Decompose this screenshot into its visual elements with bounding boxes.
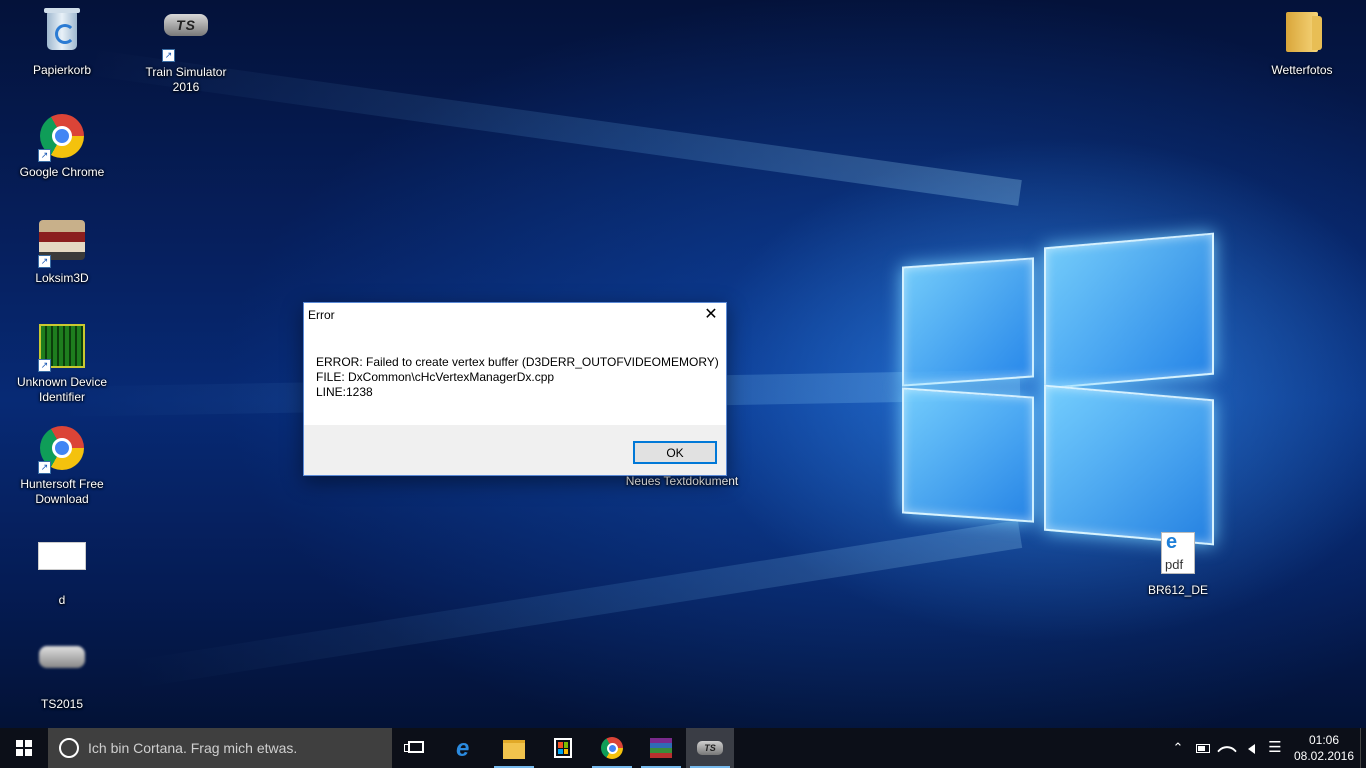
- ok-button[interactable]: OK: [633, 441, 717, 464]
- loksim-icon: ↗: [38, 220, 86, 268]
- wallpaper-window-pane: [1044, 232, 1214, 390]
- desktop-icon-train-simulator-2016[interactable]: TS ↗ Train Simulator 2016: [138, 8, 234, 95]
- shortcut-arrow-icon: ↗: [38, 149, 51, 162]
- desktop-icon-label: Unknown Device Identifier: [16, 375, 108, 404]
- desktop-icon-label: Neues Textdokument: [625, 474, 739, 488]
- pdf-icon: e pdf: [1154, 532, 1202, 580]
- desktop: Papierkorb TS ↗ Train Simulator 2016 ↗ Go…: [0, 0, 1366, 728]
- desktop-icon-label: d: [58, 593, 66, 607]
- close-icon[interactable]: ✕: [696, 303, 726, 327]
- shortcut-arrow-icon: ↗: [162, 49, 175, 62]
- desktop-icon-label: Train Simulator 2016: [145, 65, 227, 94]
- desktop-icon-label: TS2015: [40, 697, 84, 711]
- task-view-button[interactable]: [392, 728, 440, 768]
- desktop-icon-label: BR612_DE: [1147, 583, 1209, 597]
- chrome-icon: [601, 737, 623, 759]
- windows-logo-icon: [16, 740, 32, 756]
- desktop-icon-label: Huntersoft Free Download: [20, 477, 104, 506]
- store-icon: [554, 738, 572, 758]
- search-placeholder: Ich bin Cortana. Frag mich etwas.: [88, 740, 298, 756]
- taskbar-app-file-explorer[interactable]: [490, 728, 538, 768]
- clock-time: 01:06: [1308, 733, 1340, 747]
- taskbar-app-chrome[interactable]: [588, 728, 636, 768]
- cortana-search-box[interactable]: Ich bin Cortana. Frag mich etwas.: [48, 728, 392, 768]
- action-center-icon[interactable]: ☰: [1264, 728, 1286, 768]
- winrar-icon: [650, 738, 672, 758]
- file-explorer-icon: [503, 740, 525, 759]
- document-icon: [38, 542, 86, 590]
- desktop-icon-neues-textdokument[interactable]: Neues Textdokument: [624, 474, 740, 489]
- shortcut-arrow-icon: ↗: [38, 255, 51, 268]
- desktop-icon-google-chrome[interactable]: ↗ Google Chrome: [14, 112, 110, 180]
- wallpaper-window-pane: [902, 257, 1034, 387]
- train-simulator-icon: TS: [697, 741, 723, 755]
- clock[interactable]: 01:06 08.02.2016: [1290, 732, 1358, 764]
- chrome-icon: ↗: [38, 426, 86, 474]
- wallpaper-light-beam: [128, 520, 1023, 689]
- wallpaper-window-pane: [1044, 384, 1214, 546]
- dialog-footer: OK: [304, 425, 726, 475]
- desktop-icon-br612-de[interactable]: e pdf BR612_DE: [1130, 528, 1226, 598]
- clock-date: 08.02.2016: [1293, 749, 1355, 763]
- device-identifier-icon: ↗: [38, 324, 86, 372]
- dialog-titlebar[interactable]: Error ✕: [304, 303, 726, 327]
- desktop-icon-unknown-device-identifier[interactable]: ↗ Unknown Device Identifier: [14, 320, 110, 405]
- desktop-icon-huntersoft-free-download[interactable]: ↗ Huntersoft Free Download: [14, 424, 110, 507]
- desktop-icon-label: Wetterfotos: [1271, 63, 1333, 77]
- show-hidden-icons-chevron-icon[interactable]: ⌃: [1168, 728, 1188, 768]
- desktop-icon-label: Loksim3D: [35, 271, 89, 285]
- desktop-icon-ts2015[interactable]: TS2015: [14, 632, 110, 712]
- desktop-icon-papierkorb[interactable]: Papierkorb: [14, 8, 110, 78]
- shortcut-arrow-icon: ↗: [38, 359, 51, 372]
- folder-icon: [1278, 12, 1326, 60]
- train-simulator-icon: TS ↗: [162, 14, 210, 62]
- start-button[interactable]: [0, 728, 48, 768]
- chrome-icon: ↗: [38, 114, 86, 162]
- battery-icon[interactable]: [1192, 728, 1214, 768]
- desktop-icon-label: Papierkorb: [32, 63, 92, 77]
- dialog-title: Error: [308, 308, 335, 322]
- taskbar-app-edge[interactable]: e: [442, 728, 490, 768]
- wallpaper-window-pane: [902, 387, 1034, 523]
- error-message: ERROR: Failed to create vertex buffer (D…: [316, 355, 719, 399]
- desktop-icon-loksim3d[interactable]: ↗ Loksim3D: [14, 216, 110, 286]
- cortana-icon: [59, 738, 79, 758]
- volume-icon[interactable]: [1240, 728, 1262, 768]
- edge-icon: e: [456, 735, 470, 762]
- taskbar: Ich bin Cortana. Frag mich etwas. e TS ⌃…: [0, 728, 1366, 768]
- wifi-icon[interactable]: [1216, 728, 1238, 768]
- taskbar-app-train-simulator[interactable]: TS: [686, 728, 734, 768]
- show-desktop-button[interactable]: [1360, 728, 1366, 768]
- shortcut-arrow-icon: ↗: [38, 461, 51, 474]
- desktop-icon-d[interactable]: d: [14, 528, 110, 608]
- taskbar-app-store[interactable]: [539, 728, 587, 768]
- desktop-icon-wetterfotos[interactable]: Wetterfotos: [1254, 8, 1350, 78]
- task-view-icon: [404, 741, 424, 753]
- desktop-icon-label: Google Chrome: [19, 165, 105, 179]
- ts2015-icon: [38, 646, 86, 694]
- taskbar-app-winrar[interactable]: [637, 728, 685, 768]
- recycle-bin-icon: [38, 8, 86, 60]
- error-dialog: Error ✕ ERROR: Failed to create vertex b…: [303, 302, 727, 476]
